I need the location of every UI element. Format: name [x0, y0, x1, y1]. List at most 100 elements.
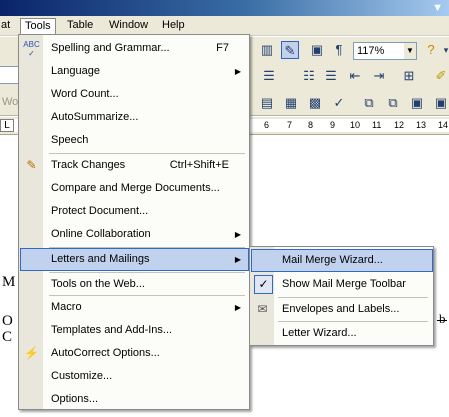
menu-item-label: Tools on the Web... — [51, 278, 145, 290]
window-control-icon[interactable]: ▼ — [432, 0, 443, 16]
menu-item-mail-merge-wizard[interactable]: Mail Merge Wizard... — [251, 249, 433, 272]
line-spacing-icon[interactable]: ☰ — [260, 67, 278, 85]
chevron-down-icon[interactable]: ▼ — [404, 43, 416, 59]
highlight-icon[interactable]: ✐ — [432, 67, 449, 85]
menu-item-label: Customize... — [51, 370, 113, 382]
toolbar-icon-8[interactable]: ▣ — [432, 94, 449, 112]
menu-item-label: Macro — [51, 301, 82, 313]
submenu-arrow-icon: ▶ — [234, 255, 241, 264]
toolbar-options-icon[interactable]: ▾ — [437, 41, 449, 59]
menu-item-options[interactable]: Options... — [20, 388, 249, 411]
decrease-indent-icon[interactable]: ⇤ — [346, 67, 364, 85]
ruler-number: 6 — [264, 120, 270, 130]
toolbar-icon-2[interactable]: ▦ — [282, 94, 300, 112]
menu-format[interactable]: at — [0, 18, 14, 35]
menu-item-spelling-grammar[interactable]: ABC ✓ Spelling and Grammar... F7 — [20, 37, 249, 60]
menu-item-label: Options... — [51, 393, 99, 405]
menu-window[interactable]: Window — [105, 18, 152, 35]
ruler-number: 7 — [287, 120, 293, 130]
ruler-number: 10 — [350, 120, 361, 130]
ruler-number: 8 — [308, 120, 314, 130]
menu-item-label: Spelling and Grammar... — [51, 42, 170, 54]
toolbar-fragment: Wo — [2, 96, 19, 108]
menu-help[interactable]: Help — [158, 18, 189, 35]
menu-tools[interactable]: Tools — [20, 18, 56, 35]
drawing-icon[interactable]: ✎ — [281, 41, 299, 59]
submenu-arrow-icon: ▶ — [234, 230, 241, 239]
document-text: M — [2, 274, 16, 290]
menu-item-language[interactable]: Language ▶ — [20, 60, 249, 83]
menu-item-label: AutoCorrect Options... — [51, 347, 160, 359]
paragraph-mark-icon[interactable]: ¶ — [330, 41, 348, 59]
menu-item-shortcut: F7 — [216, 42, 229, 54]
menu-item-label: Letter Wizard... — [282, 327, 357, 339]
zoom-value: 117% — [357, 45, 385, 57]
menu-item-label: Word Count... — [51, 88, 119, 100]
toolbar-icon-5[interactable]: ⧉ — [360, 94, 378, 112]
toolbar-icon-3[interactable]: ▩ — [306, 94, 324, 112]
menu-item-show-mail-merge-toolbar[interactable]: ✓ Show Mail Merge Toolbar — [251, 273, 433, 296]
menu-item-protect-document[interactable]: Protect Document... — [20, 200, 249, 223]
menu-item-label: Language — [51, 65, 100, 77]
menu-item-label: Templates and Add-Ins... — [51, 324, 173, 336]
tab-selector-icon[interactable]: L — [0, 119, 14, 132]
letters-mailings-submenu: Mail Merge Wizard... ✓ Show Mail Merge T… — [249, 246, 434, 346]
document-text: b — [439, 311, 446, 326]
menu-item-label: Envelopes and Labels... — [282, 303, 400, 315]
font-box[interactable] — [0, 66, 20, 84]
menu-item-track-changes[interactable]: ✎ Track Changes Ctrl+Shift+E — [20, 154, 249, 177]
zoom-select[interactable]: 117% ▼ — [353, 42, 417, 60]
ruler-number: 11 — [372, 120, 382, 130]
menu-item-speech[interactable]: Speech — [20, 129, 249, 152]
numbering-icon[interactable]: ☷ — [300, 67, 318, 85]
menu-item-autosummarize[interactable]: AutoSummarize... — [20, 106, 249, 129]
spelling-abc-icon: ABC ✓ — [23, 40, 40, 58]
menu-item-label: Speech — [51, 134, 89, 146]
menu-item-label: Letters and Mailings — [51, 253, 150, 265]
menu-item-envelopes-labels[interactable]: ✉ Envelopes and Labels... — [251, 298, 433, 321]
menu-item-label: Track Changes — [51, 159, 126, 171]
menu-bar: at Tools Table Window Help — [0, 16, 449, 36]
autocorrect-lightning-icon: ⚡ — [24, 346, 39, 360]
border-icon[interactable]: ⊞ — [400, 67, 418, 85]
menu-item-letters-mailings[interactable]: Letters and Mailings ▶ — [20, 248, 249, 271]
envelope-icon: ✉ — [257, 302, 268, 316]
columns-icon[interactable]: ▥ — [258, 41, 276, 59]
menu-item-templates-addins[interactable]: Templates and Add-Ins... — [20, 319, 249, 342]
ruler-number: 13 — [416, 120, 427, 130]
title-bar: ▼ — [0, 0, 449, 16]
menu-item-word-count[interactable]: Word Count... — [20, 83, 249, 106]
menu-table[interactable]: Table — [63, 18, 97, 35]
toolbar-icon-7[interactable]: ▣ — [408, 94, 426, 112]
menu-item-autocorrect-options[interactable]: ⚡ AutoCorrect Options... — [20, 342, 249, 365]
checkmark-icon: ✓ — [254, 275, 273, 294]
menu-item-label: Mail Merge Wizard... — [282, 254, 383, 266]
menu-item-label: Online Collaboration — [51, 228, 151, 240]
menu-item-tools-on-web[interactable]: Tools on the Web... — [20, 273, 249, 296]
toolbar-icon-6[interactable]: ⧉ — [384, 94, 402, 112]
toolbar-icon-1[interactable]: ▤ — [258, 94, 276, 112]
menu-item-letter-wizard[interactable]: Letter Wizard... — [251, 322, 433, 345]
ruler-number: 12 — [394, 120, 405, 130]
menu-item-label: Show Mail Merge Toolbar — [282, 278, 406, 290]
submenu-arrow-icon: ▶ — [234, 67, 241, 76]
track-changes-icon: ✎ — [26, 158, 37, 172]
menu-item-compare-merge[interactable]: Compare and Merge Documents... — [20, 177, 249, 200]
menu-item-macro[interactable]: Macro ▶ — [20, 296, 249, 319]
document-map-icon[interactable]: ▣ — [308, 41, 326, 59]
ruler-number: 9 — [330, 120, 336, 130]
bullets-icon[interactable]: ☰ — [322, 67, 340, 85]
menu-item-label: Protect Document... — [51, 205, 149, 217]
tools-menu: ABC ✓ Spelling and Grammar... F7 Language… — [18, 34, 250, 410]
document-text: O — [2, 313, 13, 329]
toolbar-icon-4[interactable]: ✓ — [330, 94, 348, 112]
increase-indent-icon[interactable]: ⇥ — [370, 67, 388, 85]
menu-item-label: Compare and Merge Documents... — [51, 182, 220, 194]
menu-item-shortcut: Ctrl+Shift+E — [169, 159, 229, 171]
document-text: C — [2, 329, 13, 345]
menu-item-label: AutoSummarize... — [51, 111, 139, 123]
ruler-number: 14 — [438, 120, 449, 130]
menu-item-customize[interactable]: Customize... — [20, 365, 249, 388]
submenu-arrow-icon: ▶ — [234, 303, 241, 312]
menu-item-online-collaboration[interactable]: Online Collaboration ▶ — [20, 223, 249, 246]
